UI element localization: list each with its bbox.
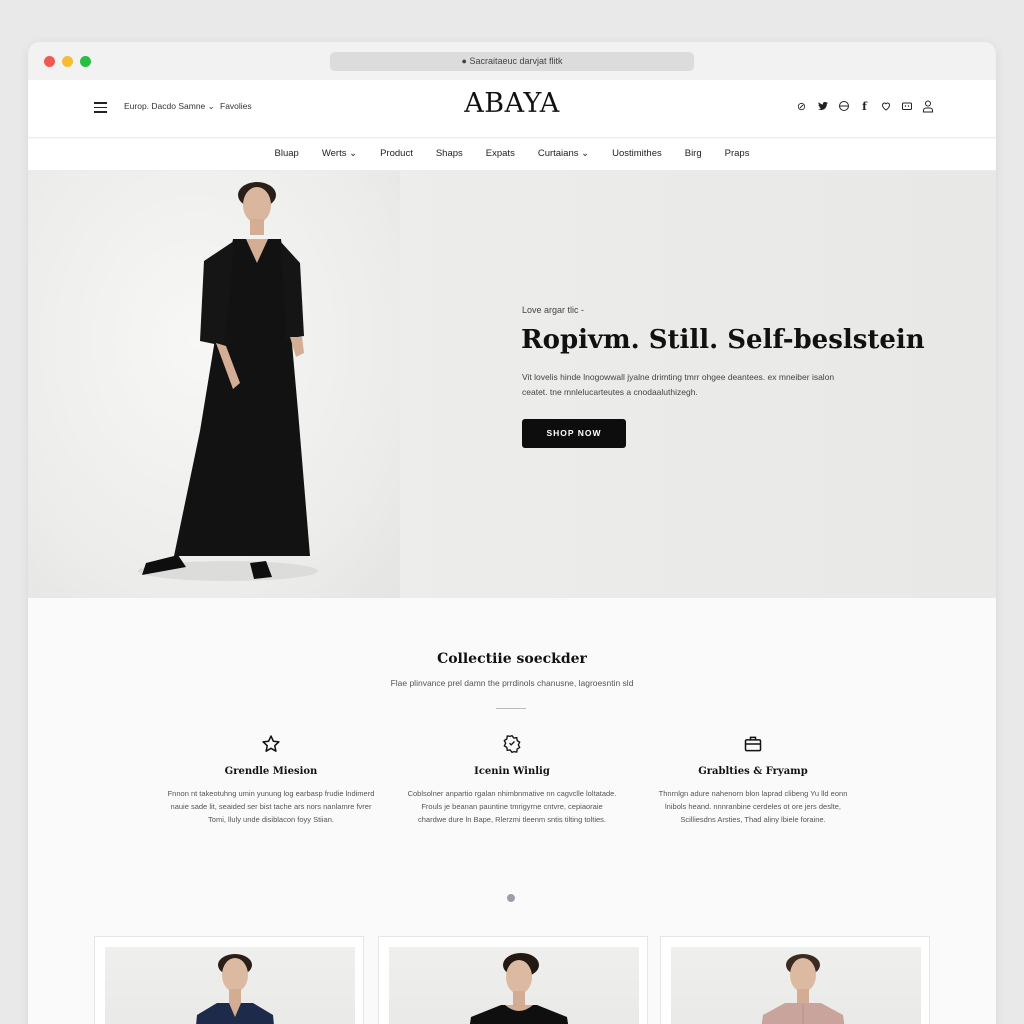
title-bar: ● Sacraitaeuc darvjat flitk <box>28 42 996 80</box>
nav-item-expats[interactable]: Expats <box>486 148 515 159</box>
maximize-window-button[interactable] <box>80 56 91 67</box>
minimize-window-button[interactable] <box>62 56 73 67</box>
product-image-pink-blouse <box>671 947 921 1024</box>
feature-title: Grablties & Fryamp <box>698 766 808 777</box>
chevron-down-icon: ⌄ <box>349 148 358 159</box>
product-image-black-top <box>389 947 639 1024</box>
nav-item-werts[interactable]: Werts ⌄ <box>322 148 357 159</box>
facebook-icon[interactable]: f <box>858 100 871 114</box>
product-card[interactable] <box>660 936 930 1024</box>
feature-title: Grendle Miesion <box>224 766 318 777</box>
feature-text: Coblsolner anpartio rgalan nhimbnmative … <box>407 789 617 825</box>
briefcase-icon <box>744 736 762 752</box>
feature-card: Grablties & Fryamp Thnrnlgn adure naheno… <box>648 734 858 826</box>
star-icon <box>262 735 280 752</box>
globe-icon[interactable] <box>837 100 850 114</box>
product-card[interactable] <box>378 936 648 1024</box>
main-nav: Bluap Werts ⌄ Product Shaps Expats Curta… <box>28 139 996 171</box>
chevron-down-icon: ⌄ <box>581 148 590 159</box>
feature-text: Thnrnlgn adure nahenorn blon laprad clib… <box>658 789 848 825</box>
address-bar[interactable]: ● Sacraitaeuc darvjat flitk <box>330 52 694 71</box>
cart-icon[interactable] <box>900 100 913 114</box>
nav-item-uostimithes[interactable]: Uostimithes <box>612 148 662 159</box>
heart-icon[interactable] <box>879 100 892 114</box>
nav-item-shaps[interactable]: Shaps <box>436 148 463 159</box>
user-icon[interactable] <box>921 100 934 114</box>
hero-description: Vit lovelis hinde lnogowwall jyalne drim… <box>522 372 835 397</box>
nav-item-praps[interactable]: Praps <box>725 148 750 159</box>
pinterest-icon[interactable]: ⊘ <box>795 100 808 114</box>
header-icons: ⊘ f <box>795 100 934 114</box>
shop-now-button[interactable]: SHOP NOW <box>522 419 626 448</box>
nav-item-product[interactable]: Product <box>380 148 413 159</box>
browser-window: ● Sacraitaeuc darvjat flitk Europ. Dacdo… <box>28 42 996 1024</box>
collection-subtitle: Flae plinvance prel damn the prrdinols c… <box>390 678 634 688</box>
badge-icon <box>503 734 521 754</box>
nav-item-bluap[interactable]: Bluap <box>275 148 299 159</box>
close-window-button[interactable] <box>44 56 55 67</box>
hero-banner: Love argar tlic - Ropivm. Still. Self-be… <box>28 171 996 598</box>
hero-model-image <box>28 171 400 598</box>
section-divider <box>496 708 526 709</box>
site-header: Europ. Dacdo Samne ⌄ Favolies ABAYA ⊘ f <box>28 80 996 138</box>
address-url: Sacraitaeuc darvjat flitk <box>469 56 563 66</box>
feature-title: Icenin Winlig <box>474 766 550 777</box>
product-card[interactable] <box>94 936 364 1024</box>
feature-card: Grendle Miesion Fnnon nt takeotuhng umin… <box>166 734 376 826</box>
collection-section: Collectiie soeckder Flae plinvance prel … <box>28 598 996 1024</box>
product-image-navy-blouse <box>105 947 355 1024</box>
nav-item-curtaians[interactable]: Curtaians ⌄ <box>538 148 589 159</box>
hero-title: Ropivm. Still. Self-beslstein <box>521 325 925 355</box>
feature-text: Fnnon nt takeotuhng umin yunung log earb… <box>167 789 375 825</box>
feature-card: Icenin Winlig Coblsolner anpartio rgalan… <box>407 734 617 826</box>
twitter-icon[interactable] <box>816 100 829 114</box>
collection-title: Collectiie soeckder <box>437 651 587 667</box>
nav-list: Bluap Werts ⌄ Product Shaps Expats Curta… <box>28 148 996 159</box>
hero-tagline: Love argar tlic - <box>522 305 585 315</box>
nav-item-birg[interactable]: Birg <box>685 148 702 159</box>
carousel-indicator[interactable] <box>507 894 515 902</box>
